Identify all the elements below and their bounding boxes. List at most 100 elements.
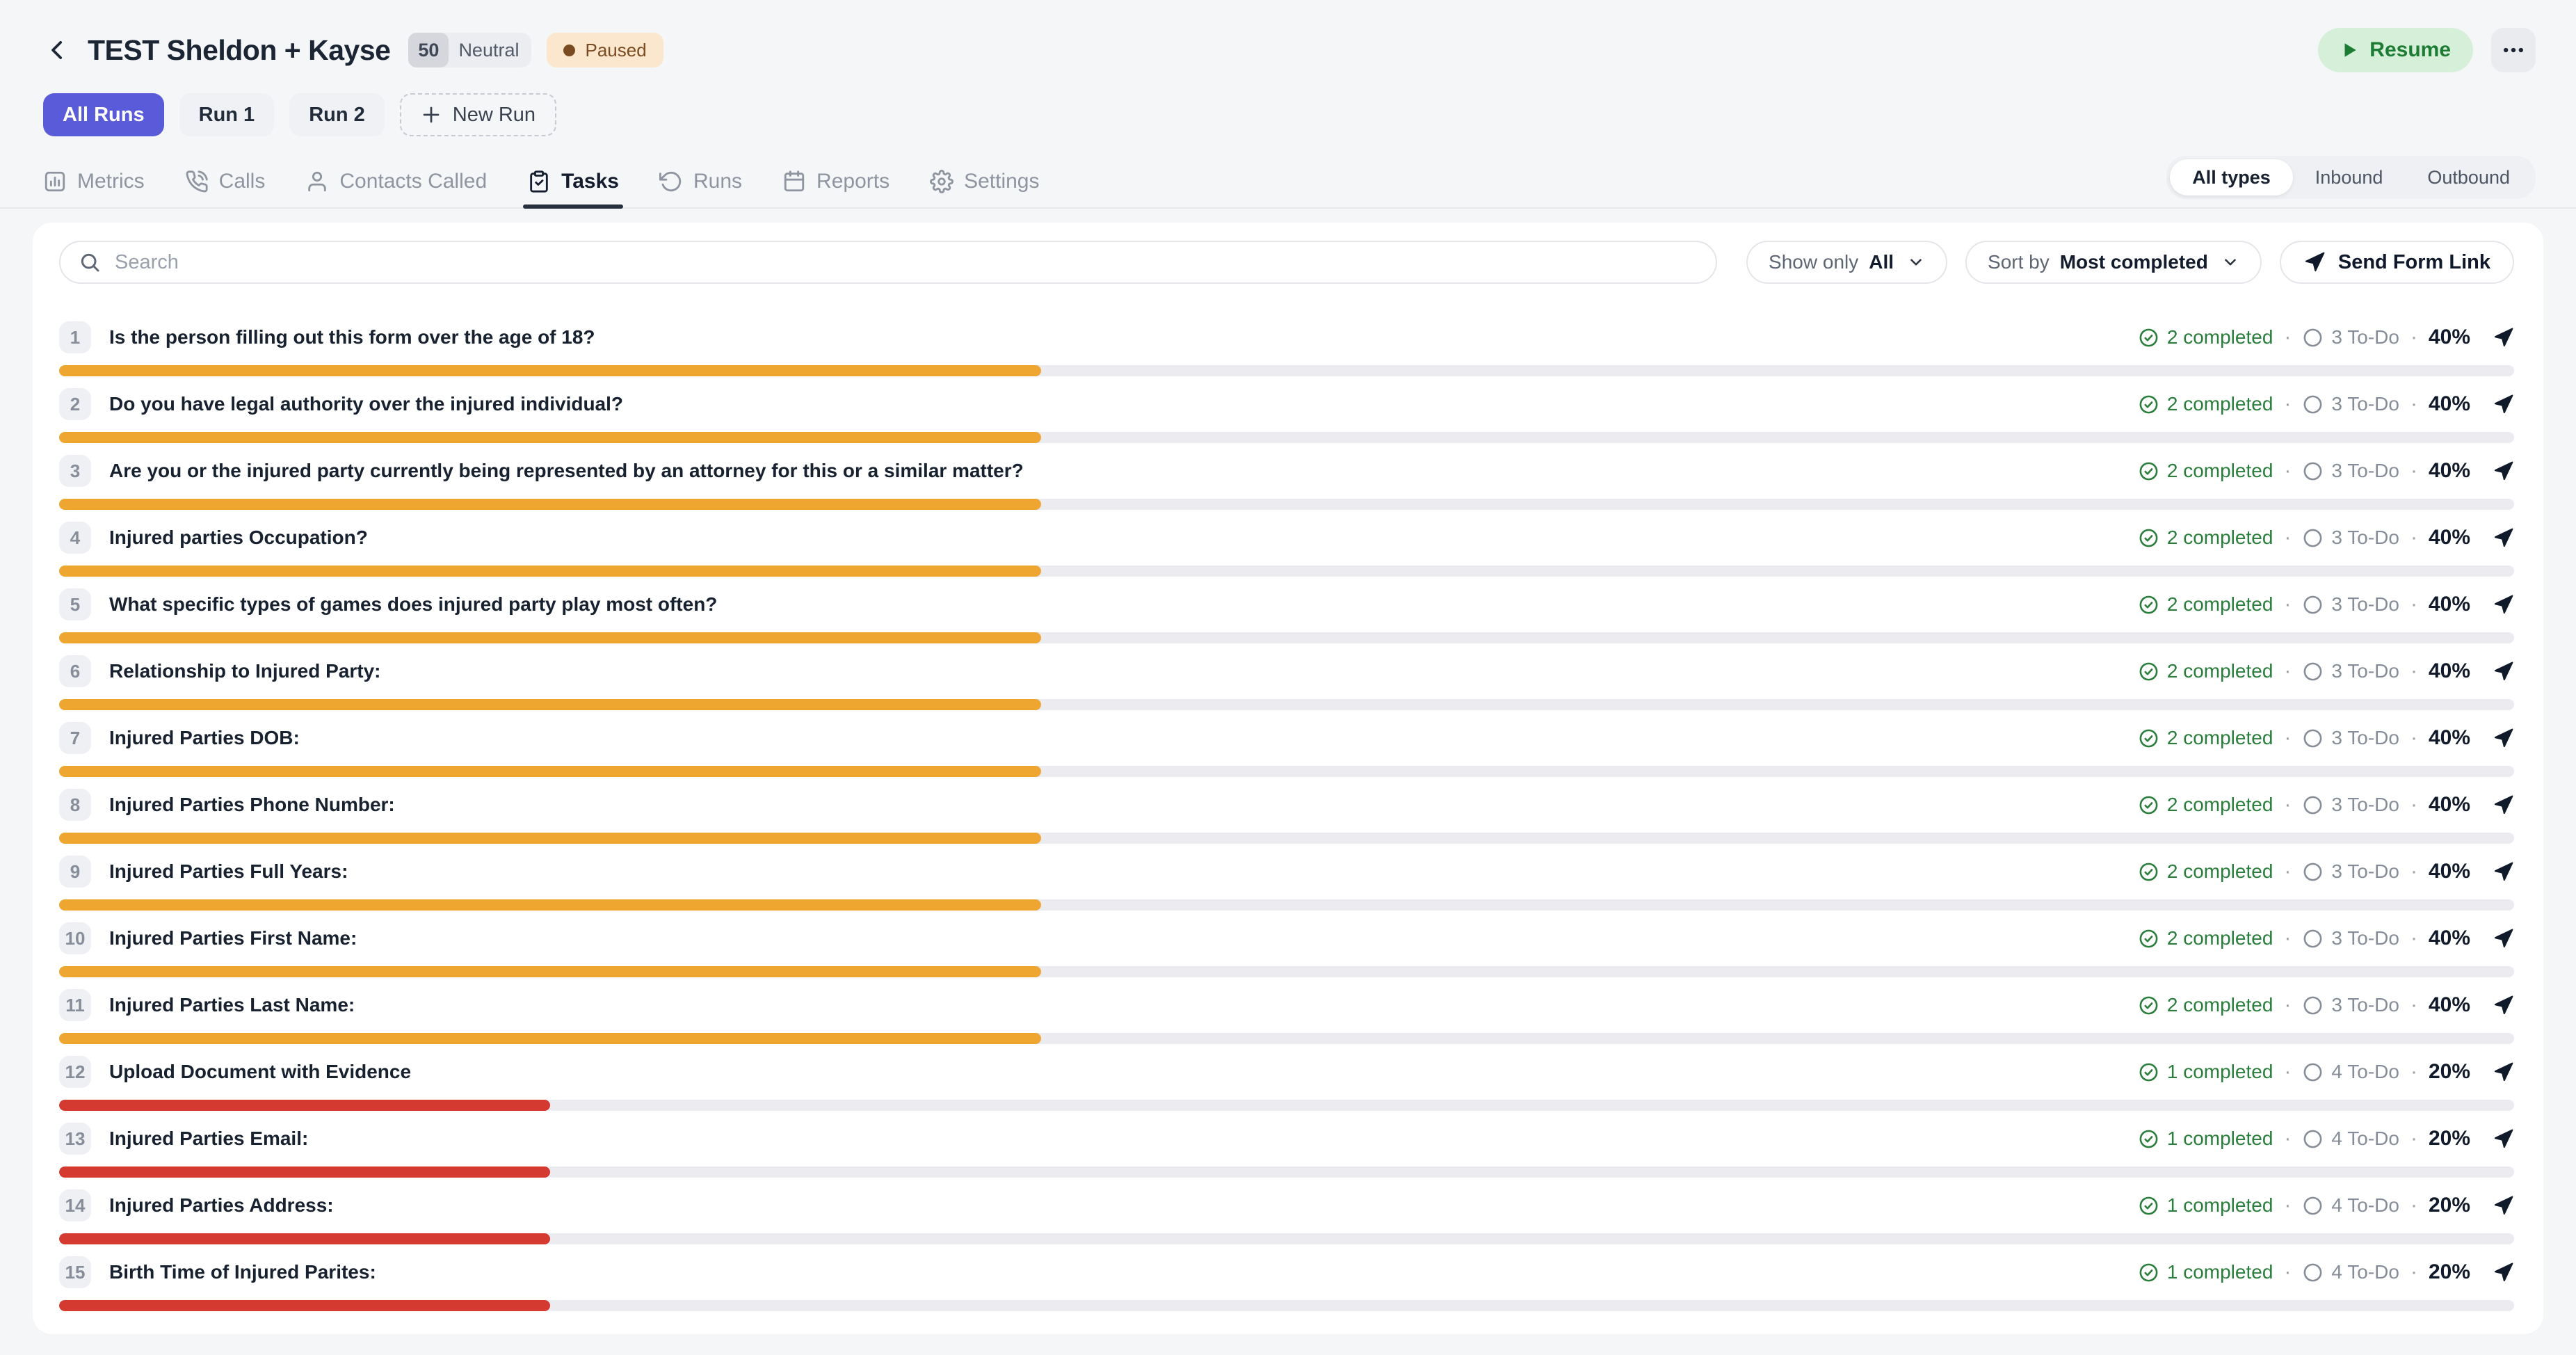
task-completed: 2 completed — [2138, 460, 2273, 482]
tab-runs[interactable]: Runs — [659, 156, 742, 207]
type-filter-outbound[interactable]: Outbound — [2405, 159, 2532, 195]
tab-metrics[interactable]: Metrics — [43, 156, 145, 207]
task-row[interactable]: 1Is the person filling out this form ove… — [59, 321, 2514, 376]
task-todo: 3 To-Do — [2302, 393, 2399, 415]
task-row[interactable]: 9Injured Parties Full Years:2 completed·… — [59, 856, 2514, 911]
check-circle-icon — [2138, 394, 2159, 415]
send-task-button[interactable] — [2493, 594, 2514, 616]
header: TEST Sheldon + Kayse 50 Neutral Paused R… — [0, 0, 2576, 72]
task-row[interactable]: 11Injured Parties Last Name:2 completed·… — [59, 989, 2514, 1044]
type-filter-inbound[interactable]: Inbound — [2293, 159, 2406, 195]
runs-bar: All Runs Run 1 Run 2 New Run — [0, 93, 2576, 136]
task-status: 2 completed·3 To-Do·40% — [2138, 392, 2514, 416]
back-button[interactable] — [43, 35, 74, 65]
send-task-button[interactable] — [2493, 661, 2514, 682]
dot-separator: · — [2410, 860, 2417, 883]
task-title: Upload Document with Evidence — [109, 1061, 411, 1083]
circle-icon — [2302, 995, 2324, 1016]
dot-separator: · — [2284, 860, 2291, 883]
task-percent: 40% — [2429, 392, 2470, 416]
task-number: 6 — [59, 655, 91, 687]
tab-tasks[interactable]: Tasks — [527, 156, 619, 207]
task-row[interactable]: 7Injured Parties DOB:2 completed·3 To-Do… — [59, 722, 2514, 777]
search-input[interactable] — [115, 251, 1698, 274]
task-progress-track — [59, 1100, 2514, 1111]
tab-label: Contacts Called — [339, 170, 487, 193]
task-row[interactable]: 15Birth Time of Injured Parites:1 comple… — [59, 1256, 2514, 1311]
task-number: 5 — [59, 588, 91, 620]
run-tab-all-runs[interactable]: All Runs — [43, 93, 164, 136]
send-task-button[interactable] — [2493, 460, 2514, 482]
task-row[interactable]: 6Relationship to Injured Party:2 complet… — [59, 655, 2514, 710]
dot-separator: · — [2410, 392, 2417, 416]
task-list: 1Is the person filling out this form ove… — [59, 321, 2514, 1311]
send-task-button[interactable] — [2493, 861, 2514, 883]
task-completed: 1 completed — [2138, 1128, 2273, 1150]
tab-reports[interactable]: Reports — [782, 156, 889, 207]
resume-button[interactable]: Resume — [2318, 28, 2473, 72]
task-todo: 3 To-Do — [2302, 527, 2399, 549]
more-options-button[interactable] — [2491, 28, 2536, 72]
task-row[interactable]: 14Injured Parties Address:1 completed·4 … — [59, 1189, 2514, 1244]
send-task-button[interactable] — [2493, 394, 2514, 415]
tab-calls[interactable]: Calls — [185, 156, 266, 207]
task-todo: 4 To-Do — [2302, 1194, 2399, 1217]
sort-by-dropdown[interactable]: Sort by Most completed — [1965, 241, 2262, 284]
task-row[interactable]: 3Are you or the injured party currently … — [59, 455, 2514, 510]
task-title: Injured Parties DOB: — [109, 727, 300, 749]
send-task-button[interactable] — [2493, 728, 2514, 749]
task-status: 2 completed·3 To-Do·40% — [2138, 326, 2514, 349]
circle-icon — [2302, 527, 2324, 549]
task-progress-fill — [59, 699, 1041, 710]
task-number: 13 — [59, 1123, 91, 1155]
task-row[interactable]: 4Injured parties Occupation?2 completed·… — [59, 522, 2514, 577]
send-task-button[interactable] — [2493, 995, 2514, 1016]
task-row[interactable]: 8Injured Parties Phone Number:2 complete… — [59, 789, 2514, 844]
check-circle-icon — [2138, 527, 2159, 549]
task-number: 8 — [59, 789, 91, 821]
show-only-dropdown[interactable]: Show only All — [1746, 241, 1947, 284]
task-completed: 2 completed — [2138, 660, 2273, 682]
send-task-button[interactable] — [2493, 527, 2514, 549]
task-number: 2 — [59, 388, 91, 420]
send-icon — [2493, 1262, 2514, 1283]
check-circle-icon — [2138, 1262, 2159, 1283]
tab-label: Calls — [219, 170, 266, 193]
circle-icon — [2302, 594, 2324, 616]
send-task-button[interactable] — [2493, 1061, 2514, 1083]
run-tab-run-2[interactable]: Run 2 — [289, 93, 385, 136]
send-task-button[interactable] — [2493, 327, 2514, 348]
task-percent: 40% — [2429, 860, 2470, 883]
task-percent: 40% — [2429, 326, 2470, 349]
run-tab-run-1[interactable]: Run 1 — [179, 93, 275, 136]
send-task-button[interactable] — [2493, 1262, 2514, 1283]
send-task-button[interactable] — [2493, 1195, 2514, 1217]
dot-separator: · — [2410, 593, 2417, 616]
task-row[interactable]: 2Do you have legal authority over the in… — [59, 388, 2514, 443]
task-progress-fill — [59, 1166, 550, 1178]
send-task-button[interactable] — [2493, 794, 2514, 816]
task-progress-track — [59, 1300, 2514, 1311]
dot-separator: · — [2284, 726, 2291, 750]
task-row[interactable]: 10Injured Parties First Name:2 completed… — [59, 922, 2514, 977]
send-task-button[interactable] — [2493, 1128, 2514, 1150]
user-icon — [305, 170, 329, 193]
tab-contacts-called[interactable]: Contacts Called — [305, 156, 487, 207]
send-task-button[interactable] — [2493, 928, 2514, 949]
task-progress-fill — [59, 966, 1041, 977]
send-icon — [2493, 794, 2514, 816]
task-completed: 2 completed — [2138, 393, 2273, 415]
task-row[interactable]: 13Injured Parties Email:1 completed·4 To… — [59, 1123, 2514, 1178]
task-percent: 40% — [2429, 526, 2470, 550]
task-completed: 2 completed — [2138, 326, 2273, 348]
circle-icon — [2302, 1262, 2324, 1283]
dot-separator: · — [2410, 1127, 2417, 1150]
task-row[interactable]: 12Upload Document with Evidence1 complet… — [59, 1056, 2514, 1111]
task-progress-track — [59, 1033, 2514, 1044]
tab-settings[interactable]: Settings — [930, 156, 1039, 207]
type-filter-all-types[interactable]: All types — [2170, 159, 2293, 195]
send-form-link-button[interactable]: Send Form Link — [2280, 241, 2514, 284]
task-row[interactable]: 5What specific types of games does injur… — [59, 588, 2514, 643]
task-percent: 40% — [2429, 927, 2470, 950]
new-run-button[interactable]: New Run — [400, 93, 556, 136]
